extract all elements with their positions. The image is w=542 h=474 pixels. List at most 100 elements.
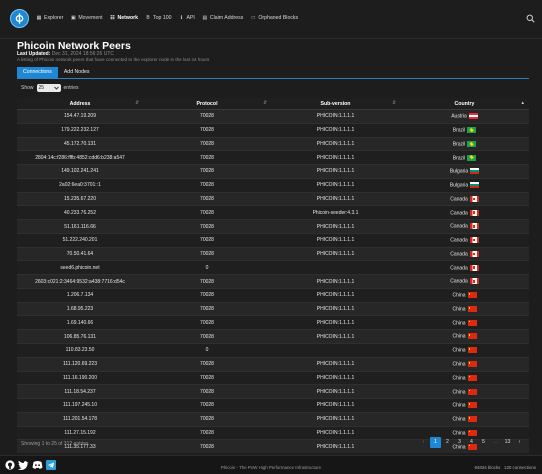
nav-item-explorer[interactable]: ▦ Explorer	[36, 15, 64, 21]
nav-item-api[interactable]: ℹ API	[178, 15, 195, 21]
page-size-value: 25	[38, 85, 45, 91]
column-header-address[interactable]: Address ⇵	[17, 98, 143, 110]
flag-canada-icon	[469, 264, 479, 271]
peer-tabs: Connections Add Nodes	[17, 67, 96, 78]
page-size-select[interactable]: 25	[36, 84, 61, 92]
cell-protocol: 70028	[143, 356, 271, 372]
table-row: 45.172.70.131 70028 PHICOIN:1.1.1.1 Brazil	[17, 136, 529, 151]
tab-add-nodes[interactable]: Add Nodes	[58, 67, 96, 78]
country-name: Canada	[450, 196, 468, 203]
cell-protocol: 70028	[143, 164, 271, 179]
cell-address: 154.47.19.209	[17, 109, 143, 124]
tab-divider	[17, 78, 529, 79]
page-last[interactable]: 13	[502, 437, 513, 448]
cell-country: China	[400, 329, 529, 344]
cell-country: Bulgaria	[400, 177, 529, 193]
flag-brazil-icon	[467, 126, 477, 133]
column-header-subversion[interactable]: Sub-version ⇵	[271, 98, 400, 110]
nav-item-label: Orphaned Blocks	[258, 15, 299, 21]
cell-protocol: 70028	[143, 219, 271, 234]
show-label: Show	[21, 85, 34, 91]
cell-address: 51.161.116.66	[17, 219, 143, 234]
cell-address: 111.27.15.192	[17, 425, 143, 440]
cell-protocol: 70028	[143, 136, 271, 151]
table-row: 111.120.69.223 70028 PHICOIN:1.1.1.1 China	[17, 356, 529, 372]
cell-protocol: 70028	[143, 109, 271, 124]
cell-subversion: PHICOIN:1.1.1.1	[271, 398, 400, 413]
cell-address: 149.102.241.241	[17, 164, 143, 179]
cell-protocol: 70028	[143, 301, 271, 316]
sort-icon: ⇵	[392, 100, 396, 105]
nav-item-label: Movement	[78, 15, 103, 21]
cell-country: Canada	[400, 191, 529, 206]
nav-item-network[interactable]: ☷ Network	[110, 15, 138, 21]
block-count: 84834 blocks	[474, 465, 501, 470]
cell-address: 106.85.76.131	[17, 329, 143, 344]
country-name: Canada	[450, 209, 468, 216]
cell-protocol: 70028	[143, 439, 271, 454]
country-name: China	[452, 306, 466, 313]
cell-subversion: PHICOIN:1.1.1.1	[271, 177, 400, 193]
flag-china-icon	[467, 319, 477, 326]
country-name: Canada	[450, 278, 468, 285]
page-4[interactable]: 4	[466, 437, 477, 448]
nav-item-label: API	[186, 15, 195, 21]
cell-protocol: 70028	[143, 398, 271, 413]
cell-address: 111.18.54.237	[17, 384, 143, 399]
cell-address: 111.16.190.200	[17, 370, 143, 385]
table-row: 51.222.240.201 70028 PHICOIN:1.1.1.1 Canada	[17, 232, 529, 248]
cell-subversion: PHICOIN:1.1.1.1	[271, 136, 400, 151]
nav-item-label: Claim Address	[209, 15, 244, 21]
cell-address: 45.172.70.131	[17, 136, 143, 151]
cell-subversion	[271, 260, 400, 275]
cell-country: China	[400, 301, 529, 316]
table-row: 179.222.232.127 70028 PHICOIN:1.1.1.1 Brazi…	[17, 122, 529, 138]
page-2[interactable]: 2	[442, 437, 453, 448]
table-row: 1.68.95.223 70028 PHICOIN:1.1.1.1 China	[17, 301, 529, 316]
page-5[interactable]: 5	[478, 437, 489, 448]
column-header-country[interactable]: Country ▲	[400, 98, 529, 110]
column-header-protocol[interactable]: Protocol ⇵	[143, 98, 271, 110]
cell-protocol: 70028	[143, 205, 271, 220]
cell-address: 2a02:6ea0:3701::1	[17, 177, 143, 193]
page-previous[interactable]: ‹	[418, 437, 429, 448]
nav-item-movement[interactable]: ▣ Movement	[70, 15, 103, 21]
country-name: Bulgaria	[449, 168, 469, 175]
cell-protocol: 70028	[143, 177, 271, 193]
cell-country: China	[400, 398, 529, 413]
cell-address: 40.233.76.252	[17, 205, 143, 220]
nav-item-orphaned-blocks[interactable]: □ Orphaned Blocks	[250, 15, 298, 21]
cell-country: China	[400, 356, 529, 372]
cell-address: 111.197.245.10	[17, 398, 143, 413]
cell-country: Brazil	[400, 136, 529, 151]
tab-connections[interactable]: Connections	[17, 67, 58, 78]
page-next[interactable]: ›	[514, 437, 525, 448]
flag-china-icon	[467, 361, 477, 367]
nav-item-top-100[interactable]: B Top 100	[145, 15, 171, 21]
country-name: China	[452, 388, 466, 395]
nav-item-label: Explorer	[44, 15, 64, 21]
flag-canada-icon	[469, 278, 479, 285]
phicoin-logo[interactable]	[10, 9, 29, 28]
country-name: China	[452, 333, 466, 340]
country-name: Bulgaria	[449, 182, 469, 189]
table-row: 40.233.76.252 70028 Phicoin-seeder:4.3.1 Ca…	[17, 205, 529, 220]
page-1[interactable]: 1	[430, 437, 441, 448]
table-row: 110.83.23.50 0 China	[17, 343, 529, 358]
cell-subversion: PHICOIN:1.1.1.1	[271, 274, 400, 289]
cell-protocol: 70028	[143, 329, 271, 344]
flag-china-icon	[467, 416, 477, 423]
cell-address: seed6.phicoin.net	[17, 260, 143, 275]
flag-canada-icon	[469, 223, 479, 230]
cell-protocol: 70028	[143, 191, 271, 206]
nav-item-claim-address[interactable]: ▤ Claim Address	[202, 15, 243, 21]
table-row: 51.161.116.66 70028 PHICOIN:1.1.1.1 Canada	[17, 219, 529, 234]
search-icon[interactable]	[526, 14, 535, 23]
cell-subversion: PHICOIN:1.1.1.1	[271, 287, 400, 303]
cell-country: China	[400, 411, 529, 427]
page-3[interactable]: 3	[454, 437, 465, 448]
cell-protocol: 70028	[143, 122, 271, 138]
pagination: ‹ 1 2 3 4 5 … 13 ›	[418, 437, 525, 448]
cell-country: Canada	[400, 274, 529, 289]
cell-protocol: 0	[143, 343, 271, 358]
